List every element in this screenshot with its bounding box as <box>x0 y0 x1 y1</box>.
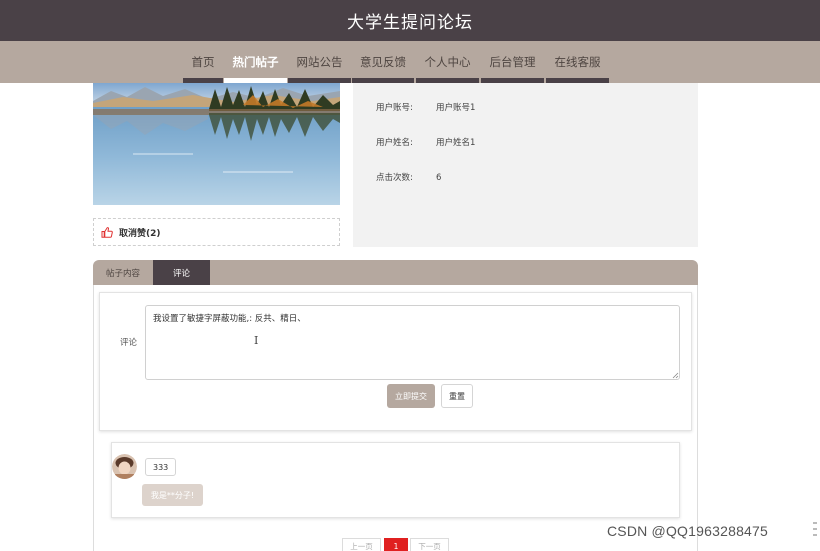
comment-item <box>111 442 680 518</box>
comment-content: 我是**分子! <box>142 484 203 506</box>
site-header: 大学生提问论坛 <box>0 0 820 41</box>
forum-page: 大学生提问论坛 首页 热门帖子 网站公告 意见反馈 个人中心 后台管理 在线客服 <box>0 0 820 551</box>
next-page-button[interactable]: 下一页 <box>410 538 449 551</box>
nav-item-hot-posts[interactable]: 热门帖子 <box>224 41 287 83</box>
page-number-button[interactable]: 1 <box>384 538 408 551</box>
info-row-account: 用户账号: 用户账号1 <box>376 101 475 113</box>
csdn-watermark: CSDN @QQ1963288475 <box>607 523 769 539</box>
info-label: 用户姓名: <box>376 138 413 148</box>
comment-label: 评论 <box>120 338 138 348</box>
text-cursor-icon: I <box>254 334 259 347</box>
nav-label: 热门帖子 <box>232 55 279 69</box>
nav-label: 意见反馈 <box>360 55 406 69</box>
commenter-avatar <box>112 454 137 479</box>
nav-item-admin[interactable]: 后台管理 <box>481 41 544 83</box>
submit-button[interactable]: 立即提交 <box>387 384 435 408</box>
info-value: 用户姓名1 <box>436 138 476 148</box>
comment-textarea[interactable] <box>145 305 680 380</box>
thumbs-up-icon <box>101 226 113 238</box>
info-value: 6 <box>436 173 442 183</box>
tab-post-content[interactable]: 帖子内容 <box>93 260 153 285</box>
commenter-name: 333 <box>145 458 177 476</box>
tab-label: 评论 <box>172 268 190 279</box>
side-handle-icon <box>813 522 817 536</box>
nav-item-feedback[interactable]: 意见反馈 <box>352 41 414 83</box>
info-row-clicks: 点击次数: 6 <box>376 171 441 183</box>
content-tabs: 帖子内容 评论 <box>93 260 698 285</box>
unlike-label: 取消赞(2) <box>119 228 161 239</box>
tab-comments[interactable]: 评论 <box>153 260 210 285</box>
nav-label: 首页 <box>191 55 215 69</box>
resize-grip-icon[interactable] <box>672 372 679 379</box>
post-info-panel: 用户账号: 用户账号1 用户姓名: 用户姓名1 点击次数: 6 <box>353 83 698 247</box>
prev-page-button[interactable]: 上一页 <box>342 538 381 551</box>
info-label: 点击次数: <box>376 173 413 183</box>
nav-label: 个人中心 <box>424 55 471 69</box>
nav-item-support[interactable]: 在线客服 <box>546 41 609 83</box>
info-label: 用户账号: <box>376 103 413 113</box>
info-value: 用户账号1 <box>436 103 476 113</box>
nav-item-user-center[interactable]: 个人中心 <box>416 41 479 83</box>
nav-item-home[interactable]: 首页 <box>183 41 223 83</box>
unlike-button[interactable]: 取消赞(2) <box>93 218 340 246</box>
reset-button[interactable]: 重置 <box>441 384 473 408</box>
site-title: 大学生提问论坛 <box>347 13 473 33</box>
tab-label: 帖子内容 <box>105 268 140 279</box>
post-image <box>93 83 340 205</box>
nav-label: 后台管理 <box>489 55 536 69</box>
nav-label: 网站公告 <box>296 55 343 69</box>
info-row-name: 用户姓名: 用户姓名1 <box>376 136 475 148</box>
nav-item-announcements[interactable]: 网站公告 <box>288 41 351 83</box>
main-nav: 首页 热门帖子 网站公告 意见反馈 个人中心 后台管理 在线客服 <box>0 41 820 83</box>
nav-label: 在线客服 <box>554 55 601 69</box>
